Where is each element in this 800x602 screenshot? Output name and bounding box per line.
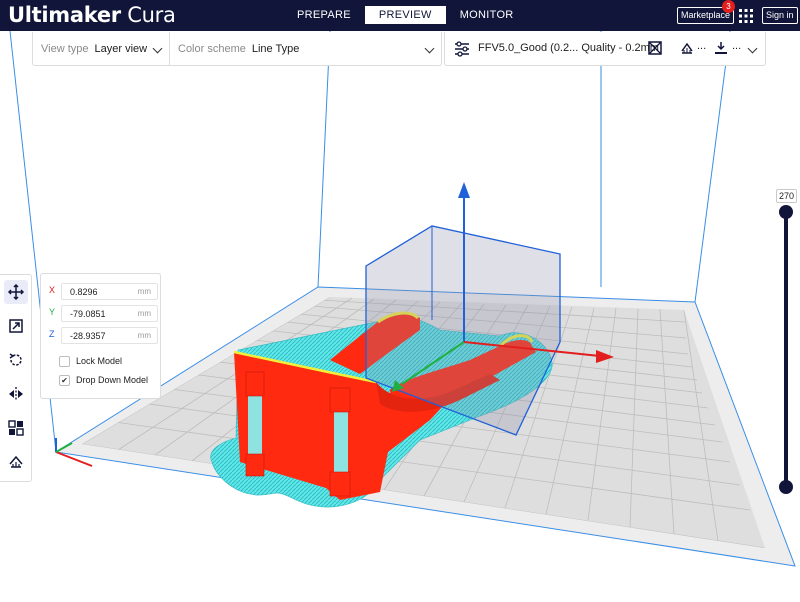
color-scheme-value: Line Type: [251, 42, 300, 55]
x-position-row: X 0.8296 mm: [49, 283, 159, 300]
lock-model-label: Lock Model: [76, 356, 123, 366]
z-position-input[interactable]: -28.9357 mm: [61, 327, 158, 344]
sliders-icon: [455, 41, 469, 57]
drop-down-model-checkbox[interactable]: ✔: [59, 374, 70, 386]
rotate-icon: [9, 353, 22, 366]
mirror-tool-button[interactable]: [4, 382, 28, 406]
per-model-settings-icon: [8, 420, 24, 436]
mirror-icon: [9, 387, 23, 401]
x-position-unit: mm: [137, 287, 151, 296]
layer-slider-track[interactable]: [784, 211, 788, 488]
y-position-unit: mm: [137, 309, 151, 318]
move-icon: [8, 284, 24, 300]
apps-grid-icon[interactable]: [739, 9, 753, 23]
app-logo: Ultimaker Cura: [8, 3, 176, 27]
y-position-row: Y -79.0851 mm: [49, 305, 159, 322]
logo-bold: Ultimaker: [8, 3, 121, 27]
color-scheme-dropdown[interactable]: Color scheme Line Type: [170, 32, 441, 65]
layer-slider-top-handle[interactable]: [779, 205, 793, 219]
print-settings-panel[interactable]: FFV5.0_Good (0.2... Quality - 0.2mm ... …: [444, 32, 766, 66]
scale-tool-button[interactable]: [4, 314, 28, 338]
layer-number-input[interactable]: 270: [776, 189, 797, 203]
chevron-down-icon: [424, 43, 435, 54]
view-toolbar: View type Layer view Color scheme Line T…: [32, 32, 442, 66]
chevron-down-icon: [152, 43, 163, 54]
tab-monitor[interactable]: MONITOR: [446, 6, 528, 24]
lock-model-row[interactable]: Lock Model: [59, 355, 122, 367]
per-model-settings-button[interactable]: [4, 416, 28, 440]
model-slot-right: [334, 410, 348, 472]
profile-summary: FFV5.0_Good (0.2... Quality - 0.2mm: [478, 42, 659, 54]
support-icon: [681, 42, 693, 54]
move-tool-button[interactable]: [4, 280, 28, 304]
view-type-dropdown[interactable]: View type Layer view: [33, 32, 170, 65]
sign-in-button[interactable]: Sign in: [762, 7, 798, 24]
z-axis-label: Z: [49, 329, 55, 339]
z-position-unit: mm: [137, 331, 151, 340]
support-blocker-icon: [9, 455, 23, 468]
model-slot-left: [248, 396, 262, 454]
x-position-input[interactable]: 0.8296 mm: [61, 283, 158, 300]
scale-icon: [9, 319, 23, 333]
support-blocker-button[interactable]: [4, 450, 28, 474]
z-position-row: Z -28.9357 mm: [49, 327, 159, 344]
adhesion-value: ...: [732, 40, 742, 52]
move-tool-panel: X 0.8296 mm Y -79.0851 mm Z -28.9357 mm …: [40, 273, 161, 399]
marketplace-badge: 3: [722, 0, 735, 13]
y-position-value: -79.0851: [70, 309, 106, 319]
support-value: ...: [697, 40, 707, 52]
tool-strip: [0, 274, 32, 482]
x-position-value: 0.8296: [70, 287, 98, 297]
x-axis-label: X: [49, 285, 56, 295]
logo-light: Cura: [127, 3, 176, 27]
drop-down-model-row[interactable]: ✔ Drop Down Model: [59, 374, 148, 386]
y-axis-label: Y: [49, 307, 56, 317]
tab-preview[interactable]: PREVIEW: [364, 6, 446, 24]
lock-model-checkbox[interactable]: [59, 355, 70, 367]
stage-tabs: PREPARE PREVIEW MONITOR: [283, 6, 528, 24]
color-scheme-label: Color scheme: [178, 42, 246, 55]
chevron-down-icon: [747, 43, 758, 54]
adhesion-icon: [715, 42, 727, 54]
drop-down-model-label: Drop Down Model: [76, 375, 149, 385]
app-header: Ultimaker Cura PREPARE PREVIEW MONITOR M…: [0, 0, 800, 31]
view-type-label: View type: [41, 42, 89, 55]
z-position-value: -28.9357: [70, 331, 106, 341]
tab-prepare[interactable]: PREPARE: [283, 6, 365, 24]
view-type-value: Layer view: [94, 42, 148, 55]
rotate-tool-button[interactable]: [4, 348, 28, 372]
y-position-input[interactable]: -79.0851 mm: [61, 305, 158, 322]
infill-icon: [648, 41, 662, 55]
layer-slider-bottom-handle[interactable]: [779, 480, 793, 494]
